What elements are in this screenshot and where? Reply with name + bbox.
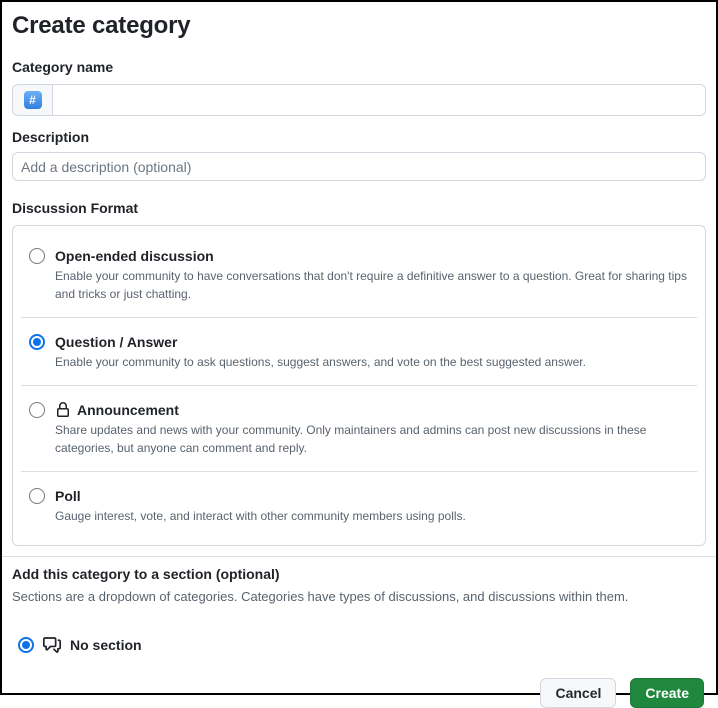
format-option-announcement[interactable]: Announcement Share updates and news with…: [13, 386, 705, 471]
lock-icon: [57, 402, 69, 417]
option-description: Share updates and news with your communi…: [55, 423, 647, 455]
radio-poll[interactable]: [29, 488, 45, 504]
category-name-label: Category name: [12, 59, 114, 75]
no-section-option[interactable]: No section: [12, 636, 706, 654]
radio-announcement[interactable]: [29, 402, 45, 418]
comment-discussion-icon: [43, 637, 61, 653]
hash-keycap-emoji-icon: #: [23, 91, 42, 109]
radio-open-ended[interactable]: [29, 248, 45, 264]
format-option-open-ended[interactable]: Open-ended discussion Enable your commun…: [13, 232, 705, 317]
no-section-label: No section: [70, 637, 142, 653]
add-section-note: Sections are a dropdown of categories. C…: [12, 589, 629, 604]
option-title: Poll: [55, 488, 81, 504]
create-button[interactable]: Create: [630, 678, 704, 708]
create-category-dialog: Create category Category name # Descript…: [2, 2, 716, 708]
radio-question-answer[interactable]: [29, 334, 45, 350]
page-title: Create category: [12, 12, 191, 39]
option-title: Announcement: [77, 402, 179, 418]
dialog-footer: Cancel Create: [12, 678, 706, 708]
discussion-format-box: Open-ended discussion Enable your commun…: [12, 225, 706, 546]
description-label: Description: [12, 129, 90, 145]
cancel-button[interactable]: Cancel: [540, 678, 617, 708]
discussion-format-label: Discussion Format: [12, 200, 139, 216]
section-divider: [2, 556, 716, 557]
option-description: Enable your community to ask questions, …: [55, 355, 586, 369]
option-title: Question / Answer: [55, 334, 178, 350]
emoji-picker-button[interactable]: #: [13, 85, 53, 115]
category-name-input[interactable]: [53, 85, 705, 115]
radio-no-section[interactable]: [18, 637, 34, 653]
option-description: Enable your community to have conversati…: [55, 269, 687, 301]
option-title: Open-ended discussion: [55, 248, 214, 264]
format-option-question-answer[interactable]: Question / Answer Enable your community …: [13, 318, 705, 385]
format-option-poll[interactable]: Poll Gauge interest, vote, and interact …: [13, 472, 705, 539]
option-description: Gauge interest, vote, and interact with …: [55, 509, 466, 523]
category-name-input-group: #: [12, 84, 706, 116]
description-input[interactable]: [12, 152, 706, 181]
add-section-heading: Add this category to a section (optional…: [12, 566, 280, 582]
